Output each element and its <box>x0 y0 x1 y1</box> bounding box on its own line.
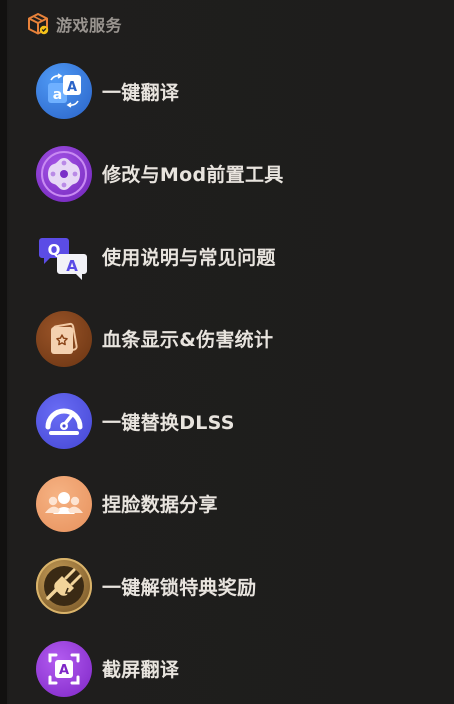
people-icon <box>36 475 92 532</box>
service-item-health-bar[interactable]: 血条显示&伤害统计 <box>0 298 454 381</box>
service-label: 捏脸数据分享 <box>102 494 218 517</box>
service-label: 修改与Mod前置工具 <box>102 164 284 187</box>
qa-icon: Q A <box>36 228 92 284</box>
section-title: 游戏服务 <box>56 16 123 35</box>
service-item-unlock-rewards[interactable]: 一键解锁特典奖励 <box>0 545 454 628</box>
unlock-plug-icon <box>36 558 92 615</box>
service-label: 截屏翻译 <box>102 659 180 682</box>
game-box-icon <box>26 12 50 36</box>
speedometer-icon <box>36 393 92 450</box>
service-label: 一键替换DLSS <box>102 411 235 434</box>
service-label: 一键翻译 <box>102 81 180 104</box>
service-item-dlss[interactable]: 一键替换DLSS <box>0 380 454 463</box>
service-label: 一键解锁特典奖励 <box>102 576 257 599</box>
service-list: a A 一键翻译 修改与Mod前置工具 Q A 使用说明与常见问题 血条显示&伤… <box>0 50 454 704</box>
translate-icon: a A <box>36 63 92 120</box>
service-label: 血条显示&伤害统计 <box>102 329 274 352</box>
svg-text:A: A <box>67 80 77 95</box>
service-item-help[interactable]: Q A 使用说明与常见问题 <box>0 215 454 298</box>
svg-text:a: a <box>53 87 62 103</box>
section-header: 游戏服务 <box>26 10 122 38</box>
service-label: 使用说明与常见问题 <box>102 246 276 269</box>
card-icon <box>36 310 92 367</box>
gamepad-icon <box>36 145 92 202</box>
service-item-mod-tools[interactable]: 修改与Mod前置工具 <box>0 133 454 216</box>
svg-text:A: A <box>59 663 69 678</box>
screenshot-translate-icon: A <box>36 640 92 697</box>
service-item-translate[interactable]: a A 一键翻译 <box>0 50 454 133</box>
svg-text:A: A <box>66 257 78 275</box>
service-item-screenshot-translate[interactable]: A 截屏翻译 <box>0 628 454 704</box>
game-services-panel: 游戏服务 a A 一键翻译 修改与Mod前置工具 Q A 使用说明与常见问题 血… <box>0 0 454 704</box>
service-item-face-share[interactable]: 捏脸数据分享 <box>0 463 454 546</box>
